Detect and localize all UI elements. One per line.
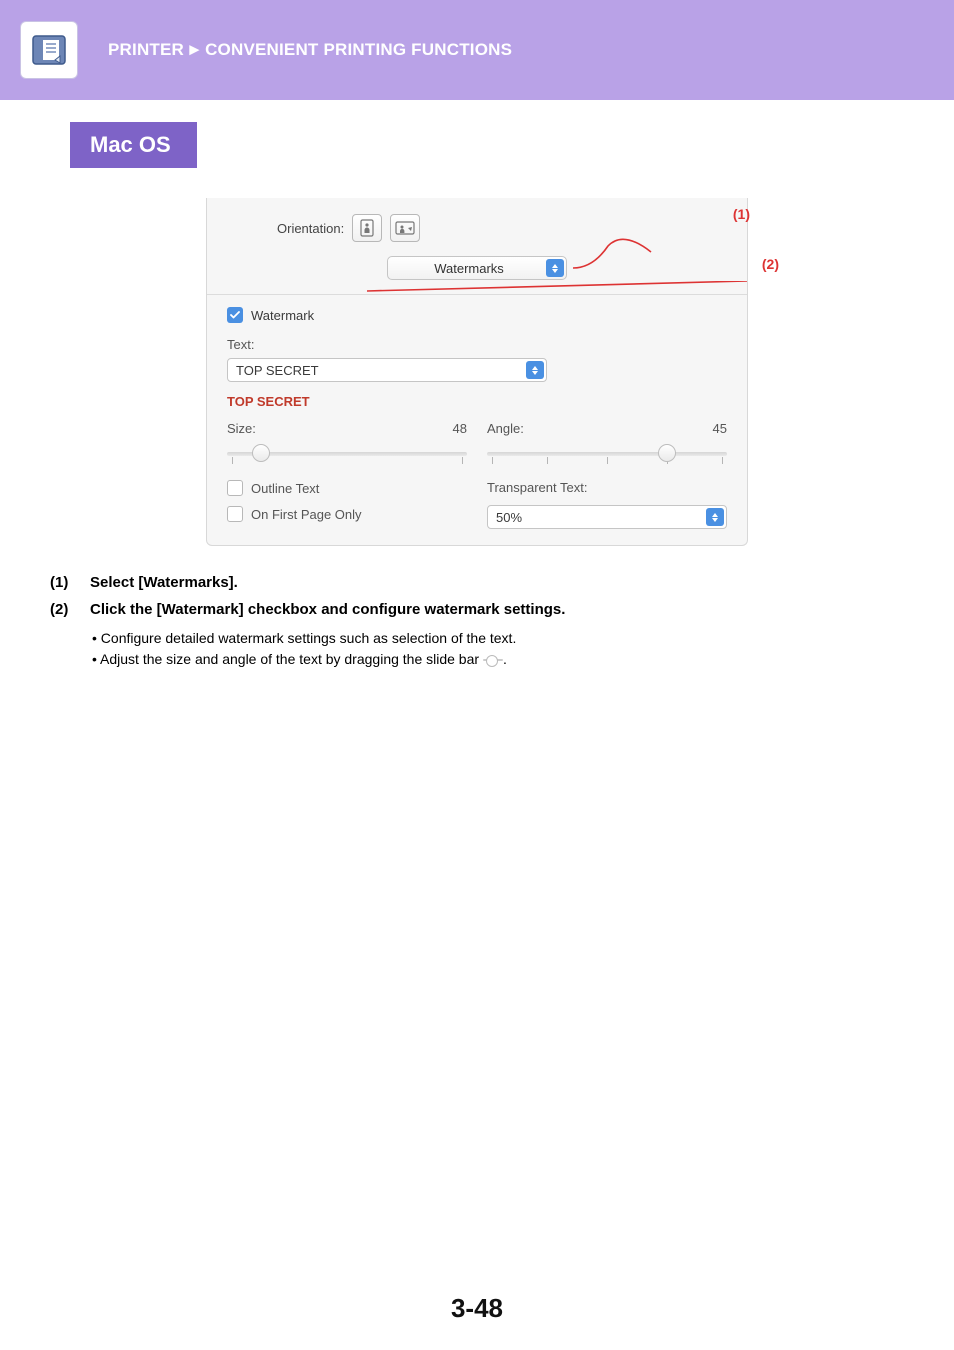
- callout-two-line: [367, 281, 747, 301]
- step-1-title: Select [Watermarks].: [90, 574, 238, 591]
- breadcrumb-subsection: CONVENIENT PRINTING FUNCTIONS: [205, 40, 512, 59]
- orientation-label: Orientation:: [277, 221, 344, 236]
- print-dialog-panel: (1) (2) Orientation:: [206, 198, 748, 546]
- check-icon: [230, 310, 240, 320]
- header-band: PRINTER►CONVENIENT PRINTING FUNCTIONS: [0, 0, 954, 100]
- breadcrumb-section: PRINTER: [108, 40, 184, 59]
- step-1: (1) Select [Watermarks].: [50, 574, 904, 591]
- watermark-preview-text: TOP SECRET: [227, 394, 727, 409]
- step-2-bullet-2a: • Adjust the size and angle of the text …: [92, 651, 483, 667]
- text-field-label: Text:: [227, 337, 727, 352]
- step-2-bullet-1: • Configure detailed watermark settings …: [92, 628, 954, 649]
- watermark-checkbox-label: Watermark: [251, 308, 314, 323]
- step-1-number: (1): [50, 574, 78, 591]
- transparent-text-combo[interactable]: 50%: [487, 505, 727, 529]
- angle-value: 45: [713, 421, 727, 436]
- step-2-bullets: • Configure detailed watermark settings …: [92, 628, 954, 670]
- step-2: (2) Click the [Watermark] checkbox and c…: [50, 601, 904, 618]
- dialog-wrap: (1) (2) Orientation:: [0, 198, 954, 546]
- step-2-bullet-2: • Adjust the size and angle of the text …: [92, 649, 954, 670]
- instruction-steps: (1) Select [Watermarks]. (2) Click the […: [50, 574, 904, 618]
- step-2-bullet-2b: .: [503, 651, 507, 667]
- page-number: 3-48: [0, 1293, 954, 1324]
- callout-one: (1): [733, 206, 750, 222]
- chevron-up-down-icon: [546, 259, 564, 277]
- outline-text-checkbox[interactable]: [227, 480, 243, 496]
- chevron-right-icon: ►: [186, 40, 203, 60]
- first-page-only-label: On First Page Only: [251, 507, 362, 522]
- watermark-text-combo[interactable]: TOP SECRET: [227, 358, 547, 382]
- transparent-text-value: 50%: [496, 510, 522, 525]
- breadcrumb: PRINTER►CONVENIENT PRINTING FUNCTIONS: [108, 40, 512, 60]
- angle-slider[interactable]: [487, 442, 727, 470]
- portrait-icon: [359, 219, 375, 237]
- slider-thumb-icon: [658, 444, 676, 462]
- step-2-title: Click the [Watermark] checkbox and confi…: [90, 601, 565, 618]
- size-slider-col: Size: 48: [227, 421, 467, 470]
- watermark-text-value: TOP SECRET: [236, 363, 319, 378]
- print-panel-select-value: Watermarks: [434, 261, 504, 276]
- callout-two: (2): [762, 256, 779, 272]
- size-slider[interactable]: [227, 442, 467, 470]
- slider-thumb-icon: [252, 444, 270, 462]
- step-2-number: (2): [50, 601, 78, 618]
- watermark-checkbox[interactable]: [227, 307, 243, 323]
- printer-section-icon: [20, 21, 78, 79]
- angle-slider-col: Angle: 45: [487, 421, 727, 470]
- watermark-checkbox-row: Watermark: [227, 307, 727, 323]
- chevron-up-down-icon: [706, 508, 724, 526]
- transparent-text-label: Transparent Text:: [487, 480, 727, 495]
- chevron-up-down-icon: [526, 361, 544, 379]
- sub-options-row: Outline Text On First Page Only Transpar…: [227, 480, 727, 529]
- slider-row: Size: 48 Angle: 45: [227, 421, 727, 470]
- outline-text-label: Outline Text: [251, 481, 319, 496]
- print-panel-select[interactable]: Watermarks: [387, 256, 567, 280]
- callout-one-line: [573, 238, 653, 280]
- orientation-landscape-button[interactable]: [390, 214, 420, 242]
- size-label: Size:: [227, 421, 256, 436]
- angle-label: Angle:: [487, 421, 524, 436]
- printer-document-icon: [29, 30, 69, 70]
- slider-icon: [483, 653, 503, 667]
- first-page-only-checkbox[interactable]: [227, 506, 243, 522]
- size-value: 48: [453, 421, 467, 436]
- orientation-portrait-button[interactable]: [352, 214, 382, 242]
- landscape-icon: [395, 220, 415, 236]
- os-badge: Mac OS: [70, 122, 197, 168]
